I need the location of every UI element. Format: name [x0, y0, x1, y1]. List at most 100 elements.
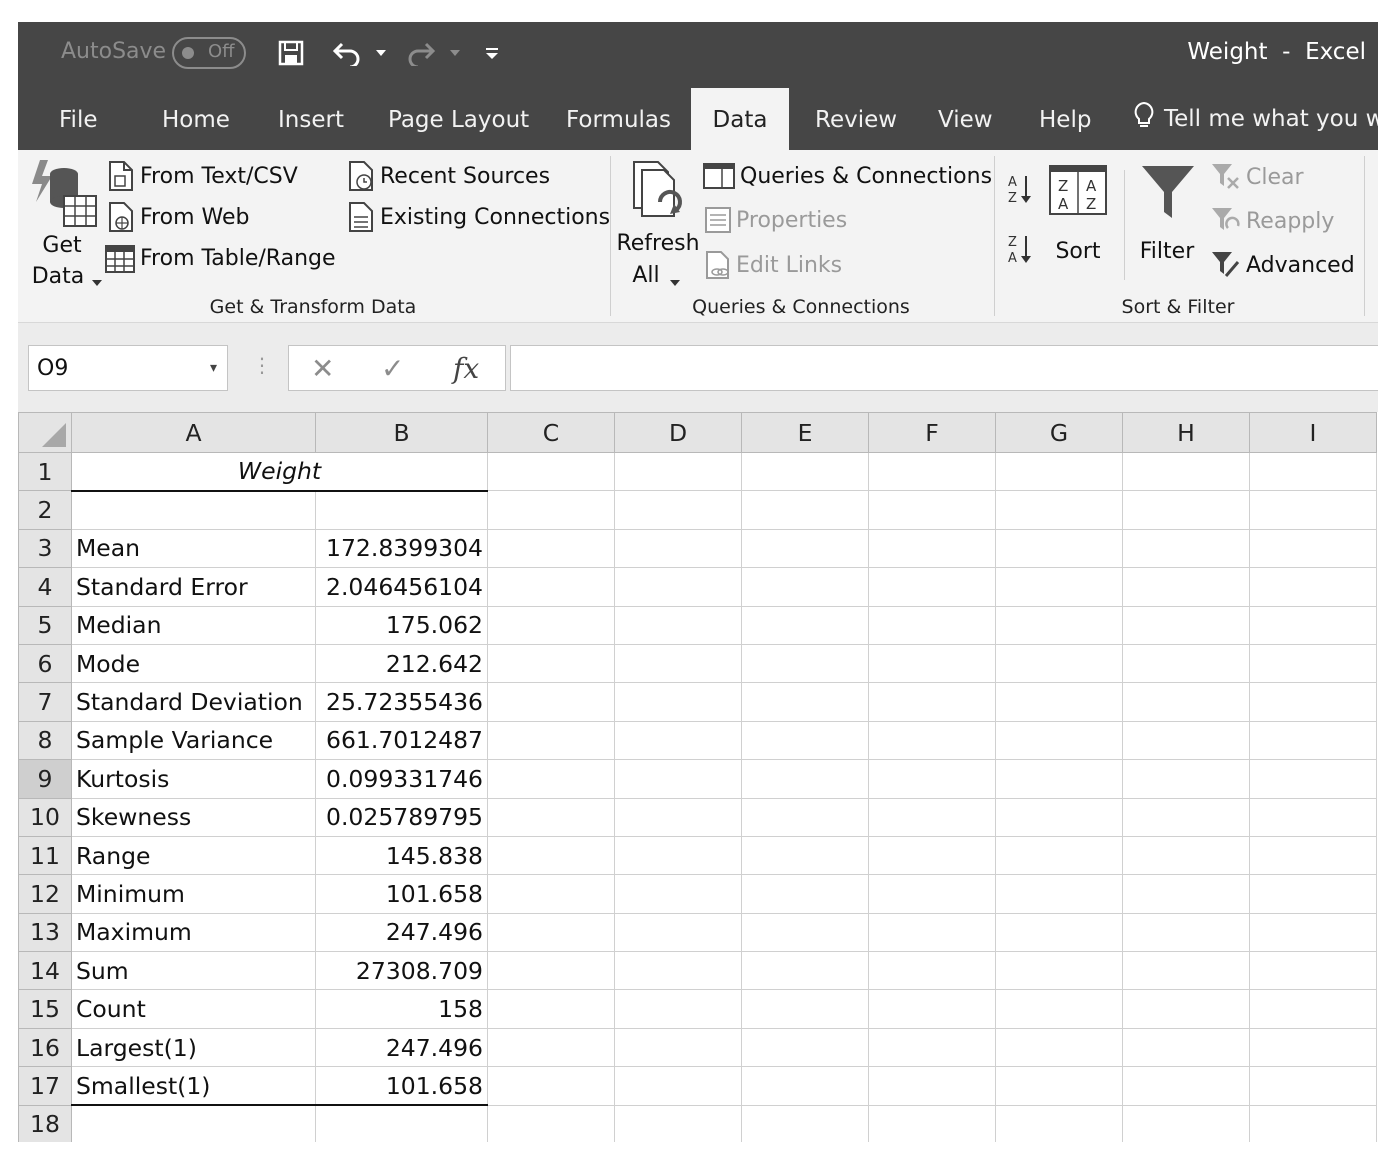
- cell[interactable]: [614, 720, 742, 761]
- cell[interactable]: [487, 797, 615, 837]
- filter-button[interactable]: Filter: [1132, 160, 1202, 270]
- cell[interactable]: [995, 797, 1123, 837]
- cell[interactable]: [868, 1027, 996, 1068]
- cell[interactable]: [868, 605, 996, 645]
- cell[interactable]: [868, 1066, 996, 1106]
- cell[interactable]: [1122, 451, 1250, 492]
- stat-value-cell[interactable]: 661.7012487: [315, 720, 488, 761]
- column-header-b[interactable]: B: [315, 412, 488, 453]
- cell[interactable]: [1249, 759, 1377, 799]
- cell[interactable]: [1249, 682, 1377, 722]
- cell[interactable]: [487, 451, 615, 492]
- cell[interactable]: [614, 528, 742, 569]
- sort-button[interactable]: ZAAZ Sort: [1046, 160, 1110, 270]
- insert-function-icon[interactable]: fx: [453, 352, 479, 385]
- cell[interactable]: [1249, 720, 1377, 761]
- tab-insert[interactable]: Insert: [278, 88, 344, 150]
- cell[interactable]: [614, 605, 742, 645]
- cell[interactable]: [995, 874, 1123, 914]
- cell[interactable]: [868, 912, 996, 953]
- cell[interactable]: [1122, 874, 1250, 914]
- refresh-all-button[interactable]: Refresh All: [614, 156, 702, 288]
- stat-label-cell[interactable]: Smallest(1): [71, 1066, 316, 1107]
- row-header[interactable]: 1: [18, 451, 72, 492]
- cell[interactable]: [995, 567, 1123, 607]
- cell[interactable]: [487, 912, 615, 953]
- cell[interactable]: [1249, 643, 1377, 684]
- cell[interactable]: [487, 528, 615, 569]
- column-header-d[interactable]: D: [614, 412, 742, 453]
- tab-data[interactable]: Data: [691, 88, 789, 150]
- cell[interactable]: [1249, 528, 1377, 569]
- cell[interactable]: [868, 451, 996, 492]
- cell[interactable]: [868, 951, 996, 991]
- cell[interactable]: [1249, 835, 1377, 876]
- row-header[interactable]: 10: [18, 797, 72, 837]
- cell[interactable]: [1249, 1027, 1377, 1068]
- tell-me-search[interactable]: Tell me what you wa: [1132, 88, 1378, 150]
- cell[interactable]: [741, 567, 869, 607]
- cell[interactable]: [614, 490, 742, 530]
- stat-value-cell[interactable]: 247.496: [315, 1027, 488, 1068]
- cell[interactable]: [868, 528, 996, 569]
- cell[interactable]: [1249, 451, 1377, 492]
- cell[interactable]: [614, 643, 742, 684]
- cell[interactable]: [741, 451, 869, 492]
- stat-value-cell[interactable]: 145.838: [315, 835, 488, 876]
- cell[interactable]: [868, 835, 996, 876]
- row-header[interactable]: 6: [18, 643, 72, 684]
- cell[interactable]: [614, 835, 742, 876]
- row-header[interactable]: 2: [18, 490, 72, 530]
- cell[interactable]: [614, 1104, 742, 1142]
- from-text-csv-button[interactable]: From Text/CSV: [106, 160, 298, 192]
- cell[interactable]: [487, 835, 615, 876]
- cell[interactable]: [1249, 490, 1377, 530]
- cell[interactable]: [1249, 1104, 1377, 1142]
- tab-view[interactable]: View: [938, 88, 993, 150]
- stat-label-cell[interactable]: Minimum: [71, 874, 316, 914]
- stat-label-cell[interactable]: Sum: [71, 951, 316, 991]
- cell[interactable]: [741, 874, 869, 914]
- cell[interactable]: [868, 989, 996, 1029]
- cell[interactable]: [487, 567, 615, 607]
- stat-label-cell[interactable]: Maximum: [71, 912, 316, 953]
- row-header[interactable]: 12: [18, 874, 72, 914]
- cell[interactable]: [1122, 490, 1250, 530]
- customize-toolbar-icon[interactable]: [484, 36, 500, 70]
- tab-review[interactable]: Review: [815, 88, 897, 150]
- cell[interactable]: [741, 912, 869, 953]
- row-header[interactable]: 15: [18, 989, 72, 1029]
- cell[interactable]: [487, 720, 615, 761]
- from-table-range-button[interactable]: From Table/Range: [104, 242, 336, 274]
- stat-label-cell[interactable]: Mean: [71, 528, 316, 569]
- cell[interactable]: [995, 759, 1123, 799]
- row-header[interactable]: 5: [18, 605, 72, 645]
- stat-value-cell[interactable]: 2.046456104: [315, 567, 488, 607]
- cell[interactable]: [868, 1104, 996, 1142]
- column-header-a[interactable]: A: [71, 412, 316, 453]
- cell[interactable]: [1249, 874, 1377, 914]
- cell[interactable]: [1122, 797, 1250, 837]
- get-data-button[interactable]: Get Data: [26, 154, 104, 289]
- cell[interactable]: [1122, 643, 1250, 684]
- cell[interactable]: [487, 1027, 615, 1068]
- cell[interactable]: [1249, 989, 1377, 1029]
- cell[interactable]: [741, 835, 869, 876]
- column-header-f[interactable]: F: [868, 412, 996, 453]
- tab-home[interactable]: Home: [162, 88, 230, 150]
- cell[interactable]: [741, 605, 869, 645]
- stat-value-cell[interactable]: 27308.709: [315, 951, 488, 991]
- stat-value-cell[interactable]: 175.062: [315, 605, 488, 645]
- cell[interactable]: [995, 490, 1123, 530]
- cell[interactable]: [487, 874, 615, 914]
- cell[interactable]: [995, 451, 1123, 492]
- undo-icon[interactable]: [330, 36, 364, 70]
- cell[interactable]: [741, 1104, 869, 1142]
- cell[interactable]: [487, 490, 615, 530]
- clear-filter-button[interactable]: Clear: [1210, 162, 1304, 192]
- cell[interactable]: [1122, 567, 1250, 607]
- cell[interactable]: [614, 989, 742, 1029]
- cell[interactable]: [868, 797, 996, 837]
- cell[interactable]: [868, 720, 996, 761]
- cell[interactable]: [1249, 567, 1377, 607]
